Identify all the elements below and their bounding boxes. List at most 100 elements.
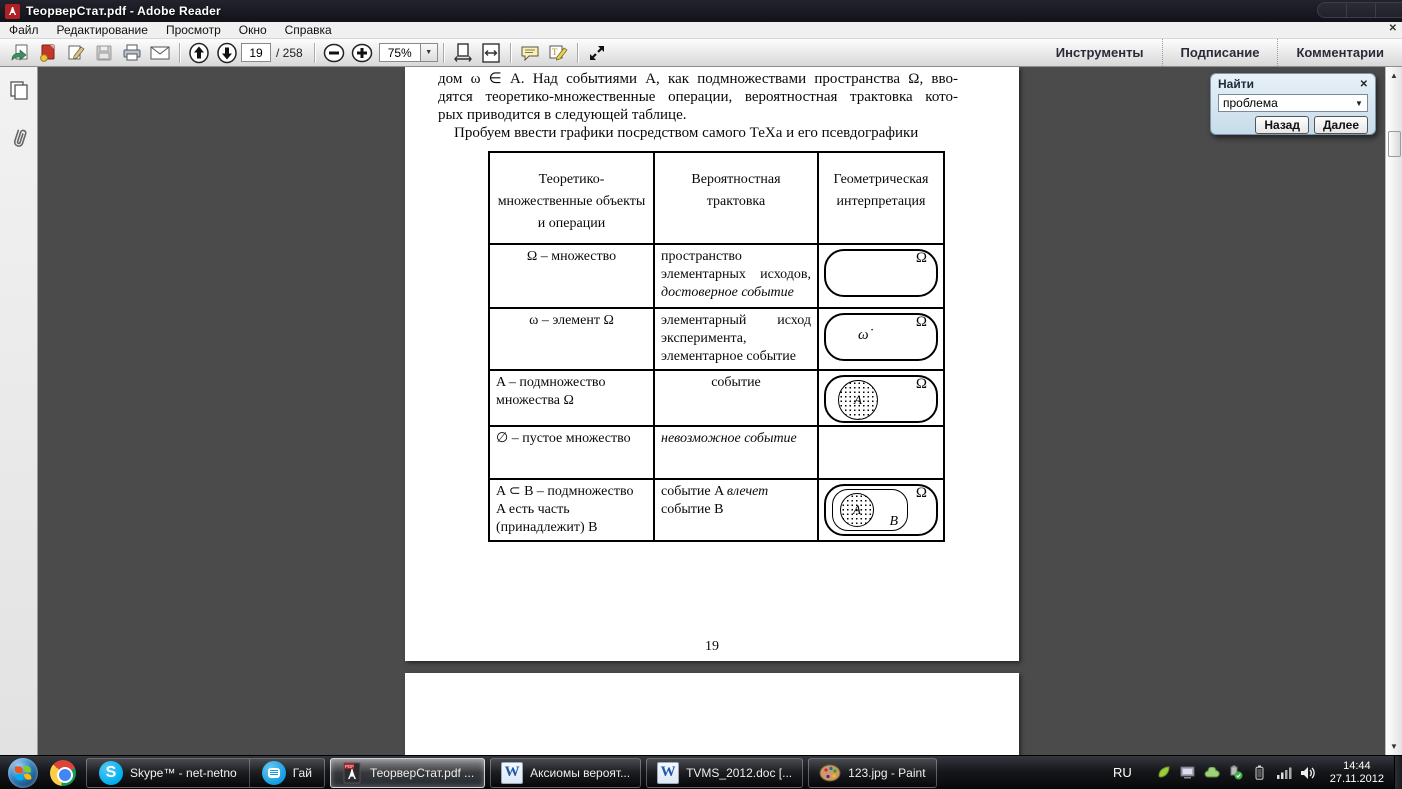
next-page-button[interactable] xyxy=(214,41,240,65)
toolbar-separator xyxy=(442,42,444,63)
paragraph: дом ω ∈ A. Над событиями A, как подмноже… xyxy=(438,70,958,142)
probability-table: Теоретико-множественные объекты и операц… xyxy=(488,151,945,542)
scrollbar-thumb[interactable] xyxy=(1388,131,1401,157)
usb-safely-remove-tray-icon[interactable] xyxy=(1228,765,1244,781)
battery-tray-icon[interactable] xyxy=(1252,765,1268,781)
cell-event: событие xyxy=(653,369,819,427)
title-bar: ТеорверСтат.pdf - Adobe Reader xyxy=(0,0,1402,22)
previous-page-button[interactable] xyxy=(186,41,212,65)
fit-width-button[interactable] xyxy=(478,41,504,65)
menu-bar: Файл Редактирование Просмотр Окно Справк… xyxy=(0,22,1402,39)
cloud-sync-tray-icon[interactable] xyxy=(1204,765,1220,781)
table-row: ω – элемент Ω элементарный исход экспери… xyxy=(488,307,945,371)
tab-comments[interactable]: Комментарии xyxy=(1277,39,1402,66)
toolbar-separator xyxy=(576,42,578,63)
svg-text:T: T xyxy=(552,47,558,57)
cell-diagram-event: Ω A xyxy=(817,369,945,427)
tab-tools[interactable]: Инструменты xyxy=(1038,39,1162,66)
tray-clock[interactable]: 14:44 27.11.2012 xyxy=(1330,760,1384,786)
cell-subset-a: A – подмножество множества Ω xyxy=(488,369,655,427)
toolbar-separator xyxy=(509,42,511,63)
zoom-level-select[interactable]: 75% ▼ xyxy=(378,43,438,62)
menu-help[interactable]: Справка xyxy=(276,22,341,38)
find-close-icon[interactable]: ✕ xyxy=(1360,79,1368,90)
volume-tray-icon[interactable] xyxy=(1300,765,1316,781)
scroll-down-arrow-icon[interactable]: ▼ xyxy=(1386,742,1402,751)
table-row: A ⊂ B – подмножество A есть часть (прина… xyxy=(488,478,945,542)
zoom-out-button[interactable] xyxy=(321,41,347,65)
edit-button[interactable] xyxy=(63,41,89,65)
taskbar-item-word-axioms[interactable]: W Аксиомы вероят... xyxy=(490,757,642,788)
page-thumbnails-icon[interactable] xyxy=(8,79,30,101)
scrolling-mode-button[interactable] xyxy=(450,41,476,65)
venn-element-diagram: Ω ω̇ xyxy=(824,313,938,361)
chat-bubble-icon xyxy=(261,760,286,785)
open-button[interactable] xyxy=(7,41,33,65)
omega-dot-label: ω̇ xyxy=(858,327,869,343)
close-button[interactable] xyxy=(1376,3,1402,17)
page-number-input[interactable] xyxy=(241,43,271,62)
page-total-label: / 258 xyxy=(276,45,303,60)
taskbar-item-chat[interactable]: Гай xyxy=(250,759,324,787)
menu-view[interactable]: Просмотр xyxy=(157,22,230,38)
email-button[interactable] xyxy=(147,41,173,65)
maximize-button[interactable] xyxy=(1347,3,1376,17)
print-button[interactable] xyxy=(119,41,145,65)
word-file-icon: W xyxy=(501,761,524,784)
cell-elementary-outcome: элементарный исход эксперимента, элемент… xyxy=(653,307,819,371)
taskbar-item-word-tvms[interactable]: W TVMS_2012.doc [... xyxy=(646,757,804,788)
cell-sample-space: пространство элементарных исходов, досто… xyxy=(653,243,819,309)
fullscreen-button[interactable] xyxy=(584,41,610,65)
minimize-button[interactable] xyxy=(1318,3,1347,17)
show-desktop-button[interactable] xyxy=(1394,756,1402,789)
menu-edit[interactable]: Редактирование xyxy=(48,22,157,38)
menu-window[interactable]: Окно xyxy=(230,22,276,38)
close-panel-icon[interactable]: ✕ xyxy=(1389,23,1397,34)
paragraph-line: дом ω ∈ A. Над событиями A, как подмноже… xyxy=(438,71,958,87)
chrome-taskbar-icon[interactable] xyxy=(50,759,76,786)
table-header-set-objects: Теоретико-множественные объекты и операц… xyxy=(488,151,655,245)
find-next-button[interactable]: Далее xyxy=(1313,116,1368,134)
chevron-down-icon[interactable]: ▼ xyxy=(1351,99,1367,108)
pdf-page: дом ω ∈ A. Над событиями A, как подмноже… xyxy=(405,67,1019,661)
highlight-text-button[interactable]: T xyxy=(545,41,571,65)
find-query-text[interactable]: проблема xyxy=(1219,96,1351,110)
taskbar-item-label: Гай xyxy=(292,765,312,780)
zoom-level-value: 75% xyxy=(387,45,412,60)
system-tray: RU 14:44 27.11.2012 xyxy=(1113,756,1402,789)
page-number-label: 19 xyxy=(705,639,719,654)
network-signal-tray-icon[interactable] xyxy=(1276,765,1292,781)
tray-time: 14:44 xyxy=(1343,759,1371,772)
skype-icon: S xyxy=(99,760,123,785)
taskbar-item-paint[interactable]: 123.jpg - Paint xyxy=(808,757,937,788)
language-indicator[interactable]: RU xyxy=(1113,765,1132,780)
table-header-geometric: Геометрическая интерпретация xyxy=(817,151,945,245)
find-previous-button[interactable]: Назад xyxy=(1255,116,1309,134)
paragraph-line: дятся теоретико-множественные операции, … xyxy=(438,89,958,105)
start-button[interactable] xyxy=(8,757,38,788)
vertical-scrollbar[interactable]: ▲ ▼ xyxy=(1385,67,1402,755)
find-search-input[interactable]: проблема ▼ xyxy=(1218,94,1368,112)
scroll-up-arrow-icon[interactable]: ▲ xyxy=(1386,71,1402,80)
leaf-app-tray-icon[interactable] xyxy=(1156,765,1172,781)
chevron-down-icon[interactable]: ▼ xyxy=(419,44,437,61)
menu-file[interactable]: Файл xyxy=(0,22,48,38)
window-title: ТеорверСтат.pdf - Adobe Reader xyxy=(26,4,221,18)
tab-sign[interactable]: Подписание xyxy=(1161,39,1278,66)
taskbar-item-pdf[interactable]: PDF ТеорверСтат.pdf ... xyxy=(329,757,486,788)
table-row: Ω – множество пространство элементарных … xyxy=(488,243,945,309)
display-tray-icon[interactable] xyxy=(1180,765,1196,781)
cell-impossible-event: невозможное событие xyxy=(653,425,819,480)
zoom-in-button[interactable] xyxy=(349,41,375,65)
cell-diagram-omega: Ω xyxy=(817,243,945,309)
paragraph-line: Пробуем ввести графики посредством самог… xyxy=(454,125,919,141)
save-button[interactable] xyxy=(91,41,117,65)
create-pdf-button[interactable] xyxy=(35,41,61,65)
attachments-paperclip-icon[interactable] xyxy=(8,127,30,149)
svg-text:PDF: PDF xyxy=(345,764,354,769)
cell-diagram-element: Ω ω̇ xyxy=(817,307,945,371)
comment-button[interactable] xyxy=(517,41,543,65)
paragraph-line: рых приводится в следующей таблице. xyxy=(438,107,687,123)
cell-diagram-empty xyxy=(817,425,945,480)
taskbar-item-skype[interactable]: S Skype™ - net-netno xyxy=(87,759,249,787)
